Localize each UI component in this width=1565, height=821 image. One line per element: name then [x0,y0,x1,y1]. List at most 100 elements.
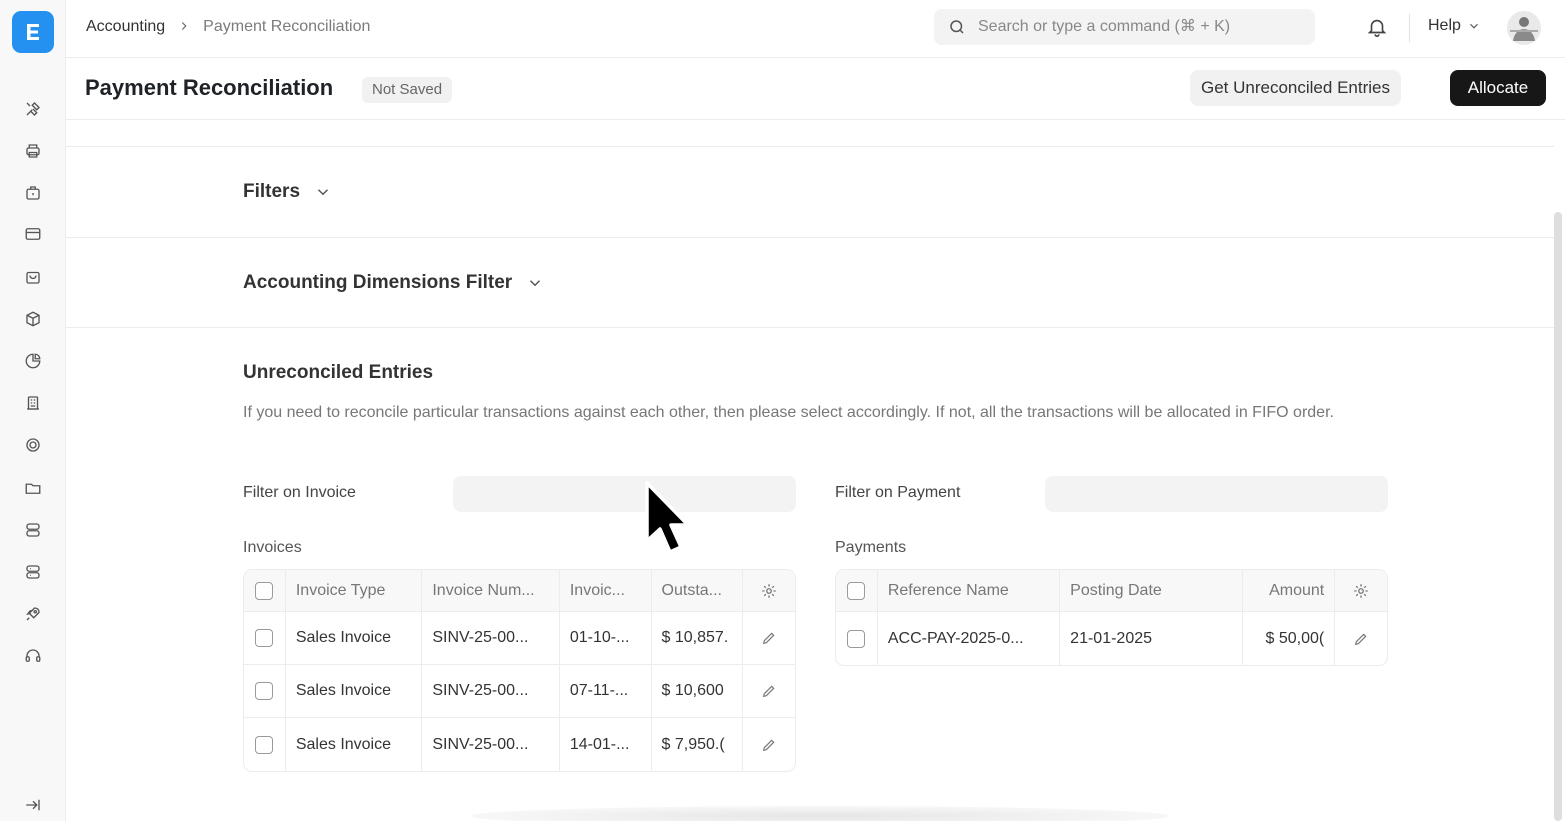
app-logo[interactable] [12,11,54,53]
column-header[interactable]: Invoice Type [286,570,423,611]
tools-icon[interactable] [22,98,44,120]
row-checkbox[interactable] [255,682,274,700]
collapse-sidebar-icon[interactable] [22,794,44,816]
rocket-icon[interactable] [22,603,44,625]
gear-icon[interactable] [760,582,778,600]
column-header[interactable]: Amount [1243,570,1336,611]
column-header[interactable]: Invoic... [560,570,652,611]
row-checkbox[interactable] [255,735,274,754]
search-bar[interactable] [934,9,1315,45]
box-icon[interactable] [22,308,44,330]
shield-icon[interactable] [22,434,44,456]
invoices-table: Invoice Type Invoice Num... Invoic... Ou… [243,569,796,772]
invoice-date-cell[interactable]: 01-10-... [560,612,652,664]
select-all-checkbox[interactable] [255,581,274,600]
invoices-label: Invoices [243,539,302,556]
filters-section-toggle[interactable]: Filters [243,181,332,203]
briefcase-icon[interactable] [22,182,44,204]
mouse-cursor-icon [640,478,700,564]
folder-icon[interactable] [22,477,44,499]
invoice-type-cell[interactable]: Sales Invoice [286,665,423,717]
invoice-date-cell[interactable]: 07-11-... [560,665,652,717]
accounting-dimensions-toggle[interactable]: Accounting Dimensions Filter [243,272,544,294]
row-edit-cell [1335,612,1387,665]
allocate-button[interactable]: Allocate [1450,70,1546,106]
table-row[interactable]: ACC-PAY-2025-0... 21-01-2025 $ 50,00( [836,612,1387,665]
filter-payment-input[interactable] [1045,476,1388,512]
bell-icon[interactable] [1366,16,1390,40]
pencil-icon[interactable] [761,737,777,753]
column-header[interactable]: Reference Name [878,570,1061,611]
outstanding-cell[interactable]: $ 10,600 [652,665,744,717]
filter-invoice-input[interactable] [453,476,796,512]
filter-payment-label: Filter on Payment [835,484,961,501]
building-icon[interactable] [22,392,44,414]
table-header-row: Reference Name Posting Date Amount [836,570,1387,612]
user-avatar[interactable] [1507,11,1541,45]
pencil-icon[interactable] [761,630,777,646]
invoice-date-cell[interactable]: 14-01-... [560,718,652,771]
column-header[interactable]: Invoice Num... [422,570,560,611]
chevron-down-icon [530,280,541,287]
table-row[interactable]: Sales Invoice SINV-25-00... 14-01-... $ … [244,718,795,771]
column-settings-cell [743,570,795,611]
payments-label: Payments [835,539,907,556]
unreconciled-entries-title: Unreconciled Entries [243,362,434,383]
page-title: Payment Reconciliation [85,75,334,100]
page-scrollbar[interactable] [1554,212,1562,821]
reference-name-cell[interactable]: ACC-PAY-2025-0... [878,612,1061,665]
chart-pie-icon[interactable] [22,350,44,372]
pencil-icon[interactable] [1353,631,1369,647]
row-select-cell [244,612,286,664]
select-all-cell [244,570,286,611]
breadcrumb-current[interactable]: Payment Reconciliation [203,18,370,36]
filters-title: Filters [243,181,301,202]
outstanding-cell[interactable]: $ 7,950.( [652,718,744,771]
filter-invoice-label: Filter on Invoice [243,484,356,501]
avatar-image [1510,17,1538,41]
get-unreconciled-entries-button[interactable]: Get Unreconciled Entries [1190,70,1401,106]
help-dropdown[interactable]: Help [1428,17,1481,35]
chevron-down-icon [1469,23,1478,29]
table-row[interactable]: Sales Invoice SINV-25-00... 07-11-... $ … [244,665,795,718]
shopping-bag-icon[interactable] [22,266,44,288]
chevron-right-icon [177,19,191,36]
status-badge: Not Saved [362,77,453,103]
search-input[interactable] [978,18,1298,36]
row-edit-cell [743,612,795,664]
logo-icon [27,24,39,40]
gear-icon[interactable] [1352,582,1370,600]
server-icon[interactable] [22,561,44,583]
column-header[interactable]: Posting Date [1060,570,1243,611]
printer-icon[interactable] [22,140,44,162]
section-divider [66,327,1554,328]
amount-cell[interactable]: $ 50,00( [1243,612,1336,665]
invoice-number-cell[interactable]: SINV-25-00... [422,665,560,717]
navbar-divider [1409,14,1410,42]
page-header: Payment Reconciliation Not Saved Get Unr… [66,58,1565,120]
invoice-type-cell[interactable]: Sales Invoice [286,718,423,771]
table-row[interactable]: Sales Invoice SINV-25-00... 01-10-... $ … [244,612,795,665]
row-checkbox[interactable] [255,629,274,647]
outstanding-cell[interactable]: $ 10,857. [652,612,744,664]
breadcrumb-accounting[interactable]: Accounting [86,18,165,36]
bottom-shadow [470,806,1170,821]
column-header[interactable]: Outsta... [652,570,744,611]
headset-icon[interactable] [22,645,44,667]
pencil-icon[interactable] [761,683,777,699]
database-icon[interactable] [22,519,44,541]
row-select-cell [836,612,878,665]
posting-date-cell[interactable]: 21-01-2025 [1060,612,1243,665]
select-all-checkbox[interactable] [847,581,866,600]
row-select-cell [244,665,286,717]
credit-card-icon[interactable] [22,223,44,245]
section-divider [66,146,1554,147]
accounting-dimensions-title: Accounting Dimensions Filter [243,272,513,293]
row-checkbox[interactable] [847,629,866,648]
row-edit-cell [743,665,795,717]
invoice-number-cell[interactable]: SINV-25-00... [422,718,560,771]
help-label: Help [1428,17,1461,34]
breadcrumb: Accounting Payment Reconciliation [86,18,370,36]
invoice-number-cell[interactable]: SINV-25-00... [422,612,560,664]
invoice-type-cell[interactable]: Sales Invoice [286,612,423,664]
